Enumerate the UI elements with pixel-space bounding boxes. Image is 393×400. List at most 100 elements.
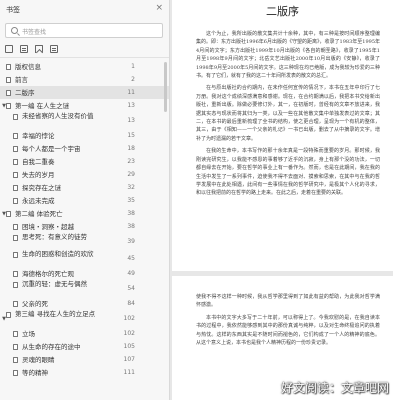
close-icon[interactable]: × [155,3,163,13]
bookmark-label: 第一编 在人生之谜 [15,101,70,110]
bookmark-item[interactable]: 版权信息 1 [0,60,169,73]
bookmark-page-number: 54 [127,284,135,292]
document-icon [13,282,18,288]
bookmark-outline-icon[interactable] [50,45,58,53]
document-icon [13,158,18,165]
document-icon [6,63,11,70]
paragraph: 这个为止，我所出版的散文集共计十余种，其中，有三种是按时间顺序整理编集的。即：东… [196,31,380,80]
paragraph: 使我不得不这样一种时候，我从哲学那里得到了如此有益的帮助，为此我对哲学满怀感激。 [196,294,380,309]
document-icon [6,312,11,318]
document-icon [13,235,18,241]
bookmark-item[interactable]: 立场 102 [0,327,169,340]
bookmark-label: 未经省察的人生没有价值 [22,112,94,120]
bookmark-label: 永远未完成 [22,196,55,205]
bookmark-item[interactable]: ▼ 第三编 寻找在人生的立足点 102 [0,310,169,327]
document-icon [6,210,11,217]
bookmark-item[interactable]: 失去的岁月 29 [0,168,169,181]
bookmark-page-number: 35 [127,196,135,204]
document-icon [13,184,18,191]
bookmark-item[interactable]: 每个人都是一个宇宙 18 [0,142,169,155]
bookmark-item[interactable]: 探究存在之谜 32 [0,181,169,194]
bookmark-page-number: 45 [127,254,135,262]
paragraph: 在我的生命中，本书写作的那十余年真是一段特殊而重要的岁月。那时候，我刚读完研究生… [196,148,380,197]
document-icon [13,330,18,337]
bookmark-label: 立场 [22,329,35,338]
bookmark-label: 思考死：有意义的徒劳 [22,233,87,241]
bookmark-label: 父亲的死 [22,299,48,308]
bookmark-label: 失去的岁月 [22,170,55,179]
bookmark-tree: 版权信息 1 前言 2 二版序 11 ▼ 第一编 在人生之谜 13 未经省察的人生没有价值 13 幸福… [0,60,169,379]
document-icon [13,114,18,120]
bookmark-search-input[interactable]: 书签查找 [5,23,163,38]
bookmark-page-number: 38 [127,209,135,217]
bookmark-label: 沉重的轻：虚无与偶然 [22,280,87,288]
bookmark-flag-icon[interactable] [35,45,43,53]
bookmark-page-number: 23 [127,157,135,165]
bookmark-item[interactable]: 海德格尔的死亡观 49 [0,267,169,280]
page2-body: 使我不得不这样一种时候，我从哲学那里得到了如此有益的帮助，为此我对哲学满怀感激。… [196,293,380,351]
bookmark-label: 海德格尔的死亡观 [22,269,74,278]
document-icon [6,89,11,96]
bookmark-label: 第三编 寻找在人生的立足点 [15,310,96,318]
bookmark-page-number: 105 [123,342,135,350]
bookmark-item[interactable]: 生命的困惑和创造的欢欣 45 [0,250,169,267]
paragraph: 在与原出版社的合约期内，在未作任何宣传的情况下，本书在五年中印行了七万册。我对这… [196,85,380,142]
bookmark-expand-icon[interactable] [5,45,13,53]
bookmark-page-number: 2 [131,75,135,83]
bookmark-label: 幸福的悖论 [22,131,55,140]
search-placeholder: 书签查找 [22,29,47,36]
document-icon [13,132,18,139]
bookmark-item[interactable]: 未经省察的人生没有价值 13 [0,112,169,129]
bookmark-item[interactable]: 从生命的存在的途中 105 [0,340,169,353]
bookmark-item[interactable]: 困境・洞察・超越 38 [0,220,169,233]
bookmark-item[interactable]: 父亲的死 84 [0,297,169,310]
sidebar-scrollbar[interactable] [164,62,167,112]
bookmark-label: 前言 [15,75,28,84]
document-icon [13,197,18,204]
bookmark-item[interactable]: 前言 2 [0,73,169,86]
page1-body: 这个为止，我所出版的散文集共计十余种，其中，有三种是按时间顺序整理编集的。即：东… [196,30,380,202]
document-icon [13,252,18,258]
bookmark-page-number: 111 [123,368,135,376]
bookmark-label: 探究存在之谜 [22,183,61,192]
bookmark-page-number: 102 [123,329,135,337]
sidebar-divider [0,57,169,58]
bookmark-item[interactable]: ▼ 第二编 体验死亡 38 [0,207,169,220]
bookmark-item[interactable]: 沉重的轻：虚无与偶然 54 [0,280,169,297]
sidebar-title: 书签 [6,6,20,14]
bookmark-item[interactable]: 等的精神 111 [0,366,169,379]
document-icon [13,270,18,277]
bookmark-label: 每个人都是一个宇宙 [22,144,81,153]
bookmark-page-number: 38 [127,222,135,230]
reader-page-1: 二版序 这个为止，我所出版的散文集共计十余种，其中，有三种是按时间顺序整理编集的… [172,0,393,271]
bookmark-page-number: 102 [123,314,135,322]
bookmark-item[interactable]: 幸福的悖论 15 [0,129,169,142]
bookmark-label: 二版序 [15,88,35,97]
bookmark-item[interactable]: 永远未完成 35 [0,194,169,207]
document-icon [13,145,18,152]
bookmark-page-number: 13 [127,116,135,124]
bookmark-page-number: 107 [123,355,135,363]
bookmark-page-number: 15 [127,131,135,139]
bookmark-page-number: 1 [131,62,135,70]
document-icon [13,343,18,350]
document-icon [13,300,18,307]
bookmark-toolbar [5,45,58,55]
watermark-text: 好文阅读：文章吧网 [280,381,389,395]
bookmark-item[interactable]: 自我二重奏 23 [0,155,169,168]
bookmark-item[interactable]: ▼ 第一编 在人生之谜 13 [0,99,169,112]
bookmark-sidebar: 书签 × 书签查找 版权信息 1 前言 2 二版序 11 ▼ 第一编 在人生之谜 13 未经省察的… [0,0,170,400]
bookmark-page-number: 39 [127,237,135,245]
bookmark-label: 灵魂的眼睛 [22,355,55,364]
bookmark-list-icon[interactable] [20,45,28,53]
bookmark-item[interactable]: 灵魂的眼睛 107 [0,353,169,366]
bookmark-page-number: 49 [127,269,135,277]
document-icon [6,76,11,83]
bookmark-item[interactable]: 思考死：有意义的徒劳 39 [0,233,169,250]
bookmark-item[interactable]: 二版序 11 [0,86,169,99]
bookmark-label: 生命的困惑和创造的欢欣 [22,250,94,258]
paragraph: 本书中的文字大多写于二十年前，可以称得上了。今我欢慰的是，在我自读本书的过程中，… [196,314,380,347]
document-icon [6,102,11,109]
document-icon [13,171,18,178]
bookmark-label: 从生命的存在的途中 [22,342,81,351]
